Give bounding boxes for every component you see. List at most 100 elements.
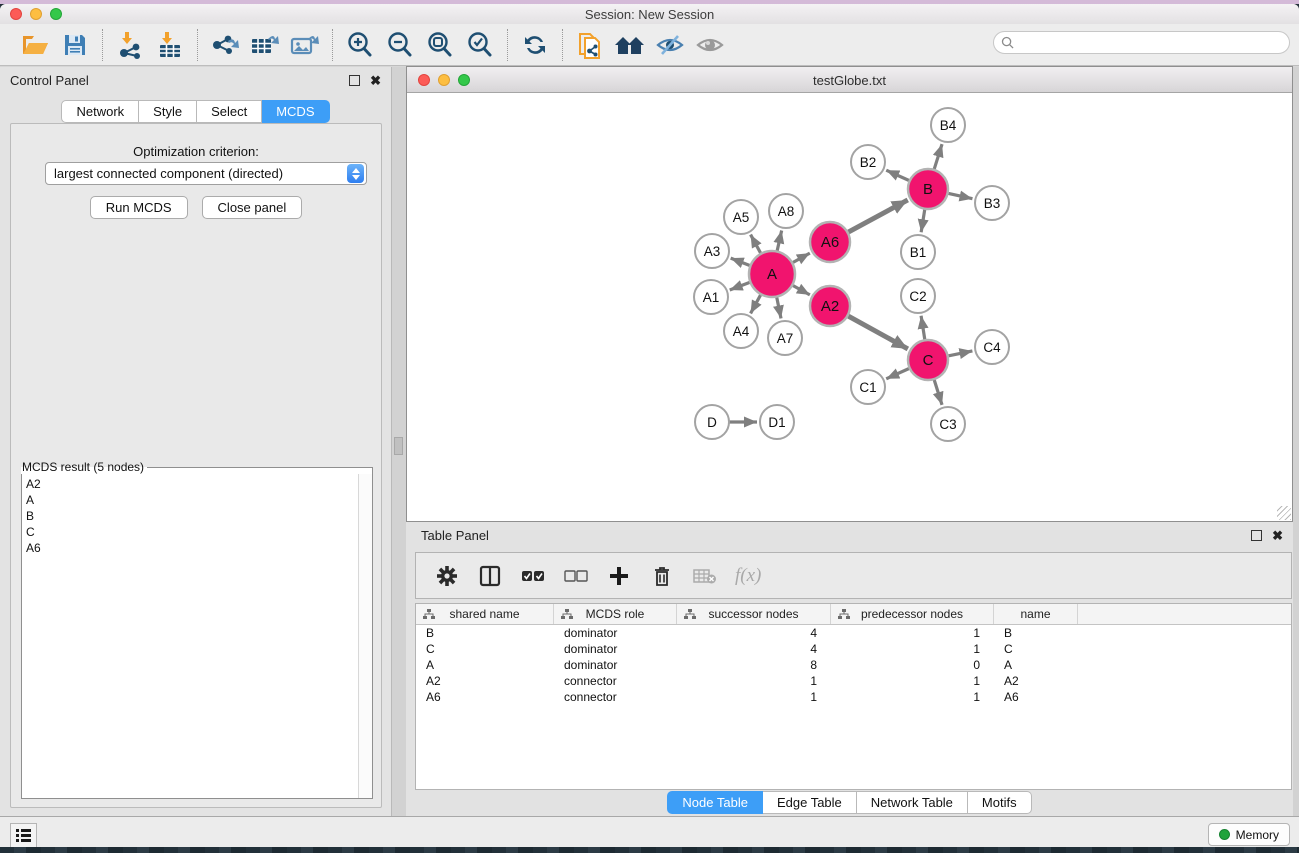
table-row[interactable]: Adominator80A bbox=[416, 657, 1291, 673]
node-A7[interactable]: A7 bbox=[768, 321, 802, 355]
mcds-result-item[interactable]: A2 bbox=[26, 476, 358, 492]
edge-A-A3[interactable] bbox=[731, 258, 753, 266]
edge-B-B3[interactable] bbox=[946, 193, 973, 199]
function-builder-icon[interactable]: f(x) bbox=[735, 563, 761, 589]
column-header-MCDS-role[interactable]: MCDS role bbox=[554, 604, 677, 624]
mcds-result-item[interactable]: B bbox=[26, 508, 358, 524]
node-C1[interactable]: C1 bbox=[851, 370, 885, 404]
close-table-panel-icon[interactable]: ✖ bbox=[1272, 530, 1283, 541]
node-C4[interactable]: C4 bbox=[975, 330, 1009, 364]
table-row[interactable]: A2connector11A2 bbox=[416, 673, 1291, 689]
export-image-icon[interactable] bbox=[288, 29, 322, 61]
float-table-panel-icon[interactable] bbox=[1251, 530, 1262, 541]
mcds-result-item[interactable]: A6 bbox=[26, 540, 358, 556]
edge-A-A7[interactable] bbox=[776, 295, 781, 319]
network-canvas[interactable]: B4B2BB3A5A8A6A3B1AA1C2A2A4A7C4CC1DD1C3 bbox=[407, 93, 1292, 521]
add-icon[interactable] bbox=[606, 563, 632, 589]
edge-A-A8[interactable] bbox=[777, 231, 782, 254]
vertical-split-handle[interactable] bbox=[394, 437, 403, 455]
node-A8[interactable]: A8 bbox=[769, 194, 803, 228]
edge-B-B1[interactable] bbox=[921, 207, 925, 232]
export-table-icon[interactable] bbox=[248, 29, 282, 61]
edge-A-A5[interactable] bbox=[751, 235, 762, 256]
edge-A-A6[interactable] bbox=[790, 253, 809, 264]
edge-A-A4[interactable] bbox=[751, 292, 762, 313]
criterion-select[interactable]: largest connected component (directed) bbox=[45, 162, 367, 185]
node-C[interactable]: C bbox=[908, 340, 948, 380]
edge-C-C2[interactable] bbox=[921, 316, 925, 342]
mcds-result-list[interactable]: A2ABCA6 bbox=[22, 474, 358, 798]
open-session-icon[interactable] bbox=[18, 29, 52, 61]
export-network-icon[interactable] bbox=[208, 29, 242, 61]
tab-style[interactable]: Style bbox=[139, 100, 197, 123]
search-input[interactable] bbox=[1018, 36, 1289, 50]
node-B3[interactable]: B3 bbox=[975, 186, 1009, 220]
close-panel-icon[interactable]: ✖ bbox=[370, 75, 381, 86]
node-A4[interactable]: A4 bbox=[724, 314, 758, 348]
table-row[interactable]: A6connector11A6 bbox=[416, 689, 1291, 705]
zoom-fit-icon[interactable] bbox=[423, 29, 457, 61]
apply-layout-icon[interactable] bbox=[518, 29, 552, 61]
edge-A-A1[interactable] bbox=[730, 281, 753, 290]
column-icon[interactable] bbox=[477, 563, 503, 589]
node-A1[interactable]: A1 bbox=[694, 280, 728, 314]
node-A[interactable]: A bbox=[749, 251, 795, 297]
tab-node-table[interactable]: Node Table bbox=[667, 791, 763, 814]
save-session-icon[interactable] bbox=[58, 29, 92, 61]
node-A5[interactable]: A5 bbox=[724, 200, 758, 234]
table-row[interactable]: Cdominator41C bbox=[416, 641, 1291, 657]
node-B2[interactable]: B2 bbox=[851, 145, 885, 179]
table-row[interactable]: Bdominator41B bbox=[416, 625, 1291, 641]
select-all-icon[interactable] bbox=[520, 563, 546, 589]
column-header-name[interactable]: name bbox=[994, 604, 1078, 624]
mcds-result-item[interactable]: C bbox=[26, 524, 358, 540]
zoom-out-icon[interactable] bbox=[383, 29, 417, 61]
edge-B-B4[interactable] bbox=[933, 144, 942, 172]
import-table-icon[interactable] bbox=[153, 29, 187, 61]
task-history-button[interactable] bbox=[10, 823, 37, 847]
edge-A-A2[interactable] bbox=[790, 284, 809, 295]
node-D1[interactable]: D1 bbox=[760, 405, 794, 439]
tab-mcds[interactable]: MCDS bbox=[262, 100, 329, 123]
edge-C-C4[interactable] bbox=[946, 351, 973, 356]
close-panel-button[interactable]: Close panel bbox=[202, 196, 303, 219]
window-titlebar[interactable]: Session: New Session bbox=[0, 4, 1299, 24]
column-header-predecessor-nodes[interactable]: predecessor nodes bbox=[831, 604, 994, 624]
tab-select[interactable]: Select bbox=[197, 100, 262, 123]
gear-icon[interactable] bbox=[434, 563, 460, 589]
home-icon[interactable] bbox=[613, 29, 647, 61]
memory-button[interactable]: Memory bbox=[1208, 823, 1290, 846]
hide-graphics-details-icon[interactable] bbox=[653, 29, 687, 61]
run-mcds-button[interactable]: Run MCDS bbox=[90, 196, 188, 219]
tab-edge-table[interactable]: Edge Table bbox=[763, 791, 857, 814]
edge-C-C1[interactable] bbox=[886, 367, 911, 378]
float-panel-icon[interactable] bbox=[349, 75, 360, 86]
edge-A2-C[interactable] bbox=[846, 315, 908, 349]
edge-A6-B[interactable] bbox=[846, 200, 908, 233]
tab-motifs[interactable]: Motifs bbox=[968, 791, 1032, 814]
tab-network-table[interactable]: Network Table bbox=[857, 791, 968, 814]
node-C3[interactable]: C3 bbox=[931, 407, 965, 441]
node-B1[interactable]: B1 bbox=[901, 235, 935, 269]
result-scrollbar[interactable] bbox=[358, 474, 372, 798]
mcds-result-item[interactable]: A bbox=[26, 492, 358, 508]
node-D[interactable]: D bbox=[695, 405, 729, 439]
delete-icon[interactable] bbox=[649, 563, 675, 589]
edge-B-B2[interactable] bbox=[886, 170, 911, 181]
import-network-icon[interactable] bbox=[113, 29, 147, 61]
tab-network[interactable]: Network bbox=[61, 100, 139, 123]
node-C2[interactable]: C2 bbox=[901, 279, 935, 313]
node-A3[interactable]: A3 bbox=[695, 234, 729, 268]
network-graph[interactable]: B4B2BB3A5A8A6A3B1AA1C2A2A4A7C4CC1DD1C3 bbox=[407, 93, 1292, 521]
zoom-selected-icon[interactable] bbox=[463, 29, 497, 61]
node-A2[interactable]: A2 bbox=[810, 286, 850, 326]
edge-C-C3[interactable] bbox=[933, 377, 942, 405]
zoom-in-icon[interactable] bbox=[343, 29, 377, 61]
copy-network-icon[interactable] bbox=[573, 29, 607, 61]
network-window-titlebar[interactable]: testGlobe.txt bbox=[407, 67, 1292, 93]
delete-table-icon[interactable] bbox=[692, 563, 718, 589]
search-box[interactable] bbox=[993, 31, 1290, 54]
resize-grip-icon[interactable] bbox=[1277, 506, 1291, 520]
node-B[interactable]: B bbox=[908, 169, 948, 209]
node-B4[interactable]: B4 bbox=[931, 108, 965, 142]
